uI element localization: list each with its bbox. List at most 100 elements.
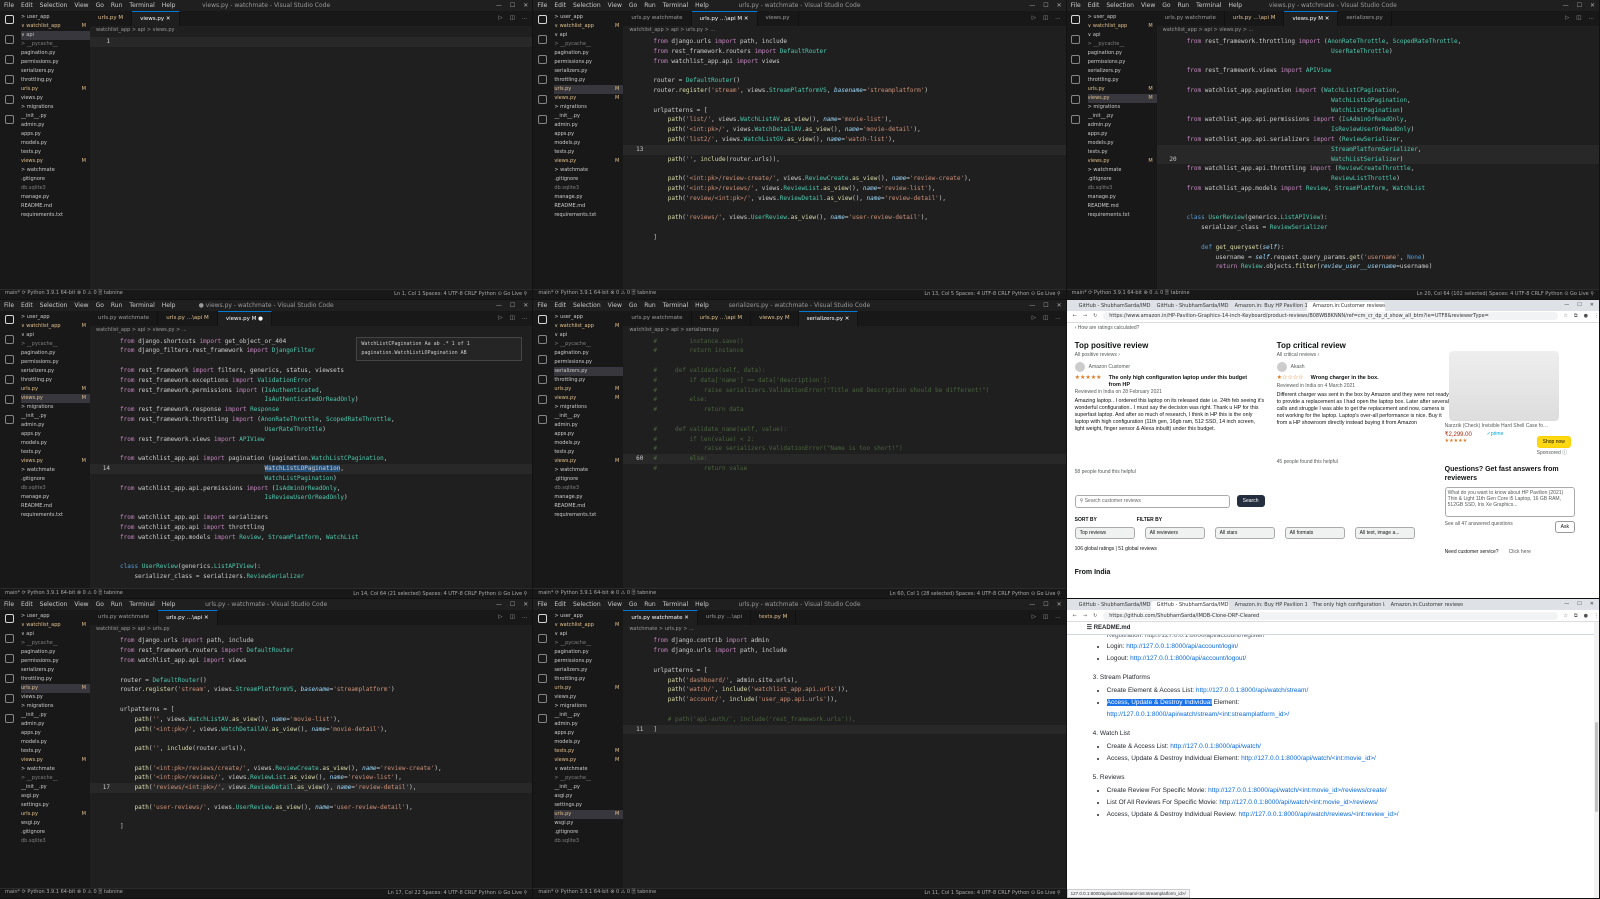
explorer-item[interactable]: > watchmate: [21, 765, 90, 774]
explorer-item[interactable]: db.sqlite3: [21, 184, 90, 193]
minimize-icon[interactable]: —: [1029, 302, 1035, 309]
menu-item-go[interactable]: Go: [629, 601, 637, 608]
question-input[interactable]: What do you want to know about HP Pavili…: [1444, 486, 1575, 517]
star-icon[interactable]: ☆: [1564, 613, 1568, 619]
browser-tab[interactable]: GitHub - ShubhamSarda/IMDB-: [1150, 601, 1229, 611]
explorer-item[interactable]: __init__.py: [21, 783, 90, 792]
split-editor-icon[interactable]: ◫: [1043, 610, 1048, 625]
remote-icon[interactable]: [1071, 115, 1081, 124]
explorer-item[interactable]: pagination.py: [21, 648, 90, 657]
source-control-icon[interactable]: [1071, 55, 1081, 64]
status-left[interactable]: main* ⟳ Python 3.9.1 64-bit ⊗ 0 ⚠ 0 🗎 ta…: [5, 290, 123, 298]
menu-item-run[interactable]: Run: [111, 302, 123, 309]
neg-review-title[interactable]: Wrong charger in the box.: [1311, 375, 1461, 382]
explorer-item[interactable]: views.py: [21, 393, 90, 403]
explorer-item[interactable]: .gitignore: [21, 475, 90, 484]
extensions-icon[interactable]: [4, 394, 14, 404]
explorer-item[interactable]: throttling.py: [554, 376, 623, 385]
endpoint-link[interactable]: http://127.0.0.1:8000/api/watch/<int:mov…: [1241, 755, 1376, 762]
menu-item-view[interactable]: View: [608, 601, 622, 608]
run-debug-icon[interactable]: [4, 674, 14, 684]
explorer-item[interactable]: ∨ api: [554, 630, 623, 639]
explorer-item[interactable]: serializers.py: [1088, 67, 1157, 76]
explorer-item[interactable]: pagination.py: [21, 349, 90, 358]
explorer-item[interactable]: tests.py: [21, 448, 90, 457]
run-icon[interactable]: ▷: [1032, 11, 1036, 26]
explorer-item[interactable]: pagination.py: [554, 349, 623, 358]
menu-item-view[interactable]: View: [74, 302, 88, 309]
explorer-item[interactable]: __init__.py: [21, 711, 90, 720]
status-right[interactable]: Ln 17, Col 22 Spaces: 4 UTF-8 CRLF Pytho…: [388, 890, 533, 896]
menu-item-help[interactable]: Help: [162, 302, 176, 309]
split-editor-icon[interactable]: ◫: [1043, 311, 1048, 326]
explorer-item[interactable]: pagination.py: [1088, 49, 1157, 58]
browser-tab[interactable]: GitHub - ShubhamSarda/IMDB-: [1151, 302, 1229, 311]
explorer-item[interactable]: apps.py: [554, 729, 623, 738]
explorer-item[interactable]: __init__.py: [1088, 112, 1157, 121]
close-icon[interactable]: ✕: [523, 601, 528, 608]
explorer-item[interactable]: manage.py: [554, 493, 623, 502]
editor-tab[interactable]: urls.py …\api: [698, 610, 752, 626]
explorer-item[interactable]: apps.py: [554, 130, 623, 139]
explorer-item[interactable]: pagination.py: [21, 49, 90, 58]
close-icon[interactable]: ✕: [1590, 599, 1594, 610]
explorer-item[interactable]: > migrations: [21, 403, 90, 412]
answered-questions-link[interactable]: See all 47 answered questions: [1445, 521, 1513, 527]
editor-tab[interactable]: serializers.py ✕: [798, 310, 859, 326]
explorer-item[interactable]: tests.py: [554, 448, 623, 457]
editor-tab[interactable]: urls.py watchmate: [90, 310, 159, 326]
explorer-item[interactable]: README.md: [554, 502, 623, 511]
explorer-item[interactable]: apps.py: [21, 130, 90, 139]
explorer-icon[interactable]: [537, 314, 547, 324]
status-left[interactable]: main* ⟳ Python 3.9.1 64-bit ⊗ 0 ⚠ 0 🗎 ta…: [538, 290, 656, 298]
explorer-item[interactable]: models.py: [21, 439, 90, 448]
menu-item-help[interactable]: Help: [1228, 2, 1242, 9]
run-debug-icon[interactable]: [1071, 75, 1081, 84]
explorer-icon[interactable]: [537, 15, 547, 24]
explorer-item[interactable]: .gitignore: [21, 175, 90, 184]
explorer-item[interactable]: throttling.py: [21, 76, 90, 85]
explorer-item[interactable]: __init__.py: [21, 112, 90, 121]
run-debug-icon[interactable]: [537, 374, 547, 384]
explorer-item[interactable]: ∨ api: [554, 331, 623, 340]
maximize-icon[interactable]: ☐: [1043, 302, 1048, 309]
status-right[interactable]: Ln 1, Col 1 Spaces: 4 UTF-8 CRLF Python …: [394, 291, 532, 297]
remote-icon[interactable]: [4, 714, 14, 724]
browser-tab[interactable]: GitHub - ShubhamSarda/IMDB-: [1073, 601, 1151, 610]
explorer-item[interactable]: serializers.py: [21, 367, 90, 376]
explorer-item[interactable]: tests.py: [21, 747, 90, 756]
menu-item-selection[interactable]: Selection: [40, 601, 68, 608]
explorer-item[interactable]: admin.py: [1088, 121, 1157, 130]
explorer-item[interactable]: .gitignore: [21, 828, 90, 837]
endpoint-link[interactable]: http://127.0.0.1:8000/api/watch/reviews/…: [1239, 811, 1399, 818]
extensions-icon[interactable]: [4, 694, 14, 704]
explorer-item[interactable]: views.py: [554, 693, 623, 702]
endpoint-link[interactable]: http://127.0.0.1:8000/api/watch/stream/<…: [1107, 711, 1289, 718]
search-icon[interactable]: [1071, 35, 1081, 44]
maximize-icon[interactable]: ☐: [1577, 2, 1582, 9]
explorer-item[interactable]: urls.py: [21, 684, 90, 694]
browser-tab[interactable]: Amazon.in: Buy HP Pavilion 15: [1229, 601, 1307, 610]
extensions-icon[interactable]: ⧉: [1574, 613, 1578, 619]
filter-dropdown[interactable]: Top reviews: [1074, 526, 1135, 539]
explorer-item[interactable]: permissions.py: [21, 58, 90, 67]
run-debug-icon[interactable]: [4, 75, 14, 84]
extensions-icon[interactable]: [1071, 95, 1081, 104]
explorer-item[interactable]: > user_app: [21, 313, 90, 322]
search-icon[interactable]: [4, 334, 14, 344]
menu-item-go[interactable]: Go: [1162, 2, 1170, 9]
explorer-item[interactable]: models.py: [21, 139, 90, 148]
menu-item-selection[interactable]: Selection: [573, 601, 601, 608]
explorer-item[interactable]: urls.py: [554, 684, 623, 693]
explorer-icon[interactable]: [4, 614, 14, 624]
menu-item-file[interactable]: File: [537, 2, 547, 9]
run-icon[interactable]: ▷: [498, 11, 502, 26]
more-icon[interactable]: …: [522, 311, 528, 326]
maximize-icon[interactable]: ☐: [1577, 300, 1581, 311]
menu-item-terminal[interactable]: Terminal: [129, 2, 154, 9]
status-left[interactable]: main* ⟳ Python 3.9.1 64-bit ⊗ 0 ⚠ 0 🗎 ta…: [538, 889, 656, 897]
explorer-item[interactable]: throttling.py: [1088, 76, 1157, 85]
ask-button[interactable]: Ask: [1554, 520, 1575, 533]
editor-tab[interactable]: urls.py …\api M: [1225, 11, 1285, 26]
breadcrumb[interactable]: watchlist_app > api > views.py: [90, 26, 532, 35]
